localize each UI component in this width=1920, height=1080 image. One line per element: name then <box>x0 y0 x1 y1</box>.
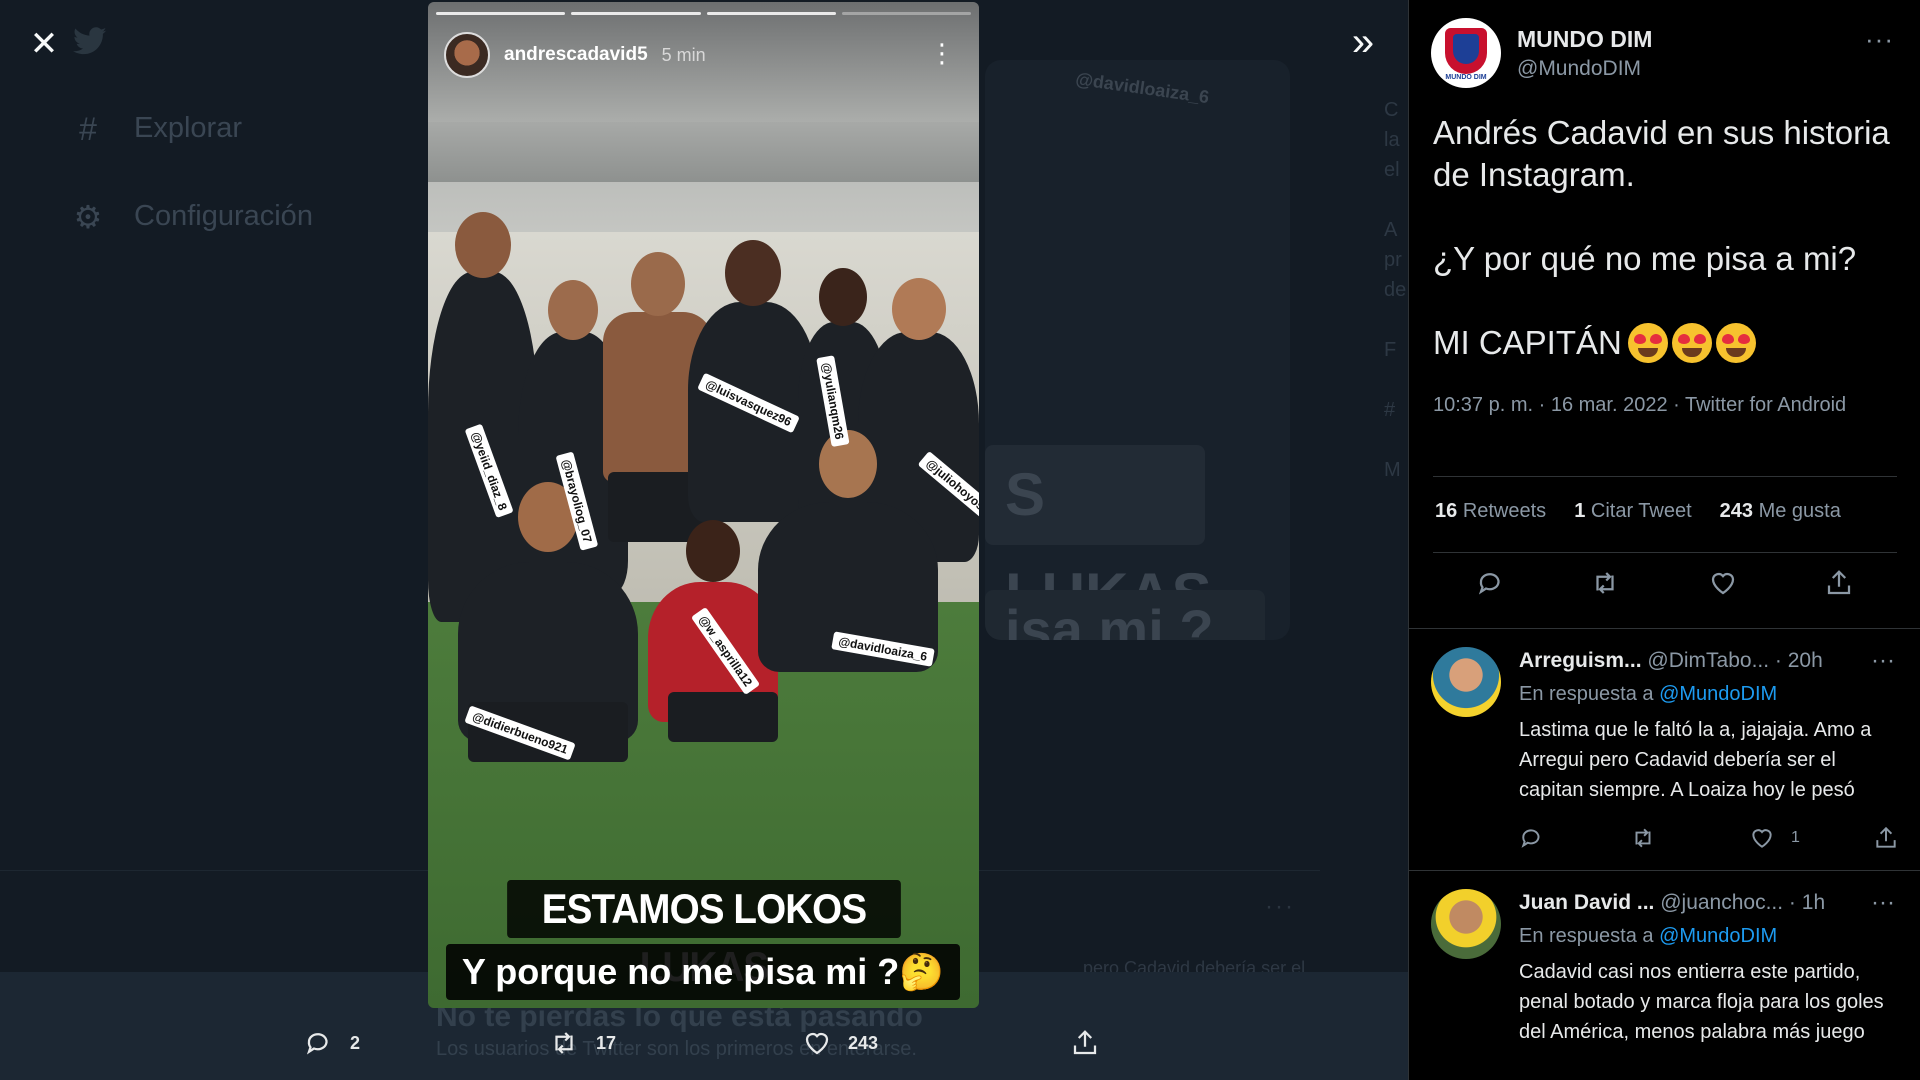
reply-text: Lastima que le faltó la a, jajajaja. Amo… <box>1519 719 1872 801</box>
story-username[interactable]: andrescadavid5 <box>504 44 648 66</box>
author-avatar[interactable]: MUNDO DIM <box>1431 18 1501 88</box>
share-icon <box>1827 570 1851 595</box>
story-avatar[interactable] <box>444 32 490 78</box>
reply-action-bar: 1 <box>1519 825 1899 855</box>
heart-eyes-emoji-group <box>1627 323 1756 363</box>
tweet-line-2: ¿Y por qué no me pisa a mi? <box>1433 240 1857 277</box>
reply-like-count: 1 <box>1791 829 1800 846</box>
reply-to-link[interactable]: @MundoDIM <box>1659 925 1777 947</box>
retweet-button[interactable] <box>1585 568 1625 608</box>
reply-to-line: En respuesta a @MundoDIM <box>1519 925 1778 947</box>
tweet-line-3: MI CAPITÁN <box>1433 324 1622 361</box>
story-caption-2: Y porque no me pisa mi ?🤔 <box>446 944 960 1000</box>
reply-header: Arreguism... @DimTabo... · 20h <box>1519 649 1823 673</box>
like-button[interactable] <box>1703 568 1743 608</box>
reply-avatar[interactable] <box>1431 647 1501 717</box>
media-retweet-button[interactable]: 17 <box>548 1028 616 1058</box>
background-side-text: C la el A pr de F # M <box>1384 99 1407 481</box>
story-header: andrescadavid5 5 min <box>444 32 706 78</box>
reply-retweet-icon[interactable] <box>1629 825 1657 858</box>
retweet-icon <box>555 1032 573 1054</box>
story-menu-icon[interactable]: ⋮ <box>929 38 955 69</box>
reply-icon <box>1478 573 1500 595</box>
background-tag: @davidloaiza_6 <box>1074 68 1211 108</box>
reply-more-icon[interactable]: ··· <box>1871 889 1895 917</box>
background-more-icon: ··· <box>1265 893 1295 920</box>
story-time: 5 min <box>661 44 706 65</box>
quotes-stat[interactable]: 1 Citar Tweet <box>1574 500 1691 523</box>
nav-settings: ⚙ Configuración <box>72 200 313 233</box>
heart-icon <box>1711 572 1735 595</box>
tweet-line-3-wrap: MI CAPITÁN <box>1433 322 1903 364</box>
share-button[interactable] <box>1819 568 1859 608</box>
reply-header: Juan David ... @juanchoc... · 1h <box>1519 891 1825 915</box>
background-tweet-media: @davidloaiza_6 S LUKAS isa mi ? <box>985 60 1290 640</box>
reply-text: Cadavid casi nos entierra este partido, … <box>1519 961 1884 1043</box>
reply-to-link[interactable]: @MundoDIM <box>1659 683 1777 705</box>
reply-author-name[interactable]: Arreguism... <box>1519 649 1642 672</box>
expand-panel-icon[interactable]: » <box>1345 22 1381 62</box>
media-share-button[interactable] <box>1070 1028 1100 1058</box>
reply-like-icon[interactable] <box>1749 825 1775 858</box>
tweet-text: Andrés Cadavid en sus historia de Instag… <box>1433 112 1903 406</box>
tweet-timestamp[interactable]: 10:37 p. m. · 16 mar. 2022 · Twitter for… <box>1433 390 1853 420</box>
tweet-stats: 16 Retweets 1 Citar Tweet 243 Me gusta <box>1435 500 1841 523</box>
hashtag-icon: # <box>79 110 97 147</box>
tweet-author[interactable]: MUNDO DIM MUNDO DIM @MundoDIM <box>1431 18 1652 88</box>
share-icon <box>1073 1030 1097 1055</box>
story-caption-1: ESTAMOS LOKOS LUKAS <box>507 880 901 990</box>
media-retweet-count: 17 <box>596 1032 617 1053</box>
media-action-bar: 2 17 243 <box>0 1028 1408 1062</box>
gear-icon: ⚙ <box>73 198 103 235</box>
media-reply-button[interactable]: 2 <box>304 1028 360 1058</box>
reply-avatar[interactable] <box>1431 889 1501 959</box>
reply-more-icon[interactable]: ··· <box>1871 647 1895 675</box>
reply-tweet[interactable]: Arreguism... @DimTabo... · 20h ··· En re… <box>1409 628 1920 870</box>
tweet-action-bar <box>1409 568 1920 618</box>
twitter-bird-icon <box>73 27 107 55</box>
heart-eyes-emoji <box>1627 323 1668 363</box>
background-caption-2: isa mi ? <box>985 590 1265 640</box>
heart-eyes-emoji <box>1715 323 1756 363</box>
author-name[interactable]: MUNDO DIM <box>1517 26 1652 53</box>
nav-explore-label: Explorar <box>134 112 242 144</box>
tweet-line-1: Andrés Cadavid en sus historia de Instag… <box>1433 114 1890 193</box>
nav-settings-label: Configuración <box>134 200 313 232</box>
more-options-icon[interactable]: ··· <box>1865 24 1894 55</box>
tweet-detail-panel: MUNDO DIM MUNDO DIM @MundoDIM ··· Andrés… <box>1408 0 1920 1080</box>
reply-author-handle[interactable]: @juanchoc... · 1h <box>1660 891 1825 914</box>
reply-button[interactable] <box>1471 568 1511 608</box>
reply-to-line: En respuesta a @MundoDIM <box>1519 683 1778 705</box>
reply-reply-icon[interactable] <box>1519 825 1545 858</box>
retweets-stat[interactable]: 16 Retweets <box>1435 500 1546 523</box>
likes-stat[interactable]: 243 Me gusta <box>1720 500 1841 523</box>
story-progress <box>436 12 971 15</box>
close-icon[interactable]: ✕ <box>26 26 62 62</box>
retweet-icon <box>1596 572 1614 594</box>
reply-author-name[interactable]: Juan David ... <box>1519 891 1654 914</box>
reply-share-icon[interactable] <box>1873 825 1899 858</box>
divider <box>1433 552 1897 553</box>
story-image[interactable]: @yeiid_diaz_8 @brayoliog_07 @luisvasquez… <box>428 2 979 1008</box>
reply-icon <box>306 1033 328 1055</box>
background-caption-1: S LUKAS <box>985 445 1212 628</box>
author-handle[interactable]: @MundoDIM <box>1517 57 1652 81</box>
divider <box>1433 476 1897 477</box>
media-like-count: 243 <box>848 1032 879 1053</box>
avatar-logo-text: MUNDO DIM <box>1445 74 1487 81</box>
media-reply-count: 2 <box>350 1032 361 1053</box>
heart-eyes-emoji <box>1671 323 1712 363</box>
heart-icon <box>805 1032 829 1055</box>
nav-explore: # Explorar <box>72 112 242 145</box>
reply-author-handle[interactable]: @DimTabo... · 20h <box>1647 649 1822 672</box>
media-like-button[interactable]: 243 <box>802 1028 878 1058</box>
reply-tweet[interactable]: Juan David ... @juanchoc... · 1h ··· En … <box>1409 870 1920 1080</box>
